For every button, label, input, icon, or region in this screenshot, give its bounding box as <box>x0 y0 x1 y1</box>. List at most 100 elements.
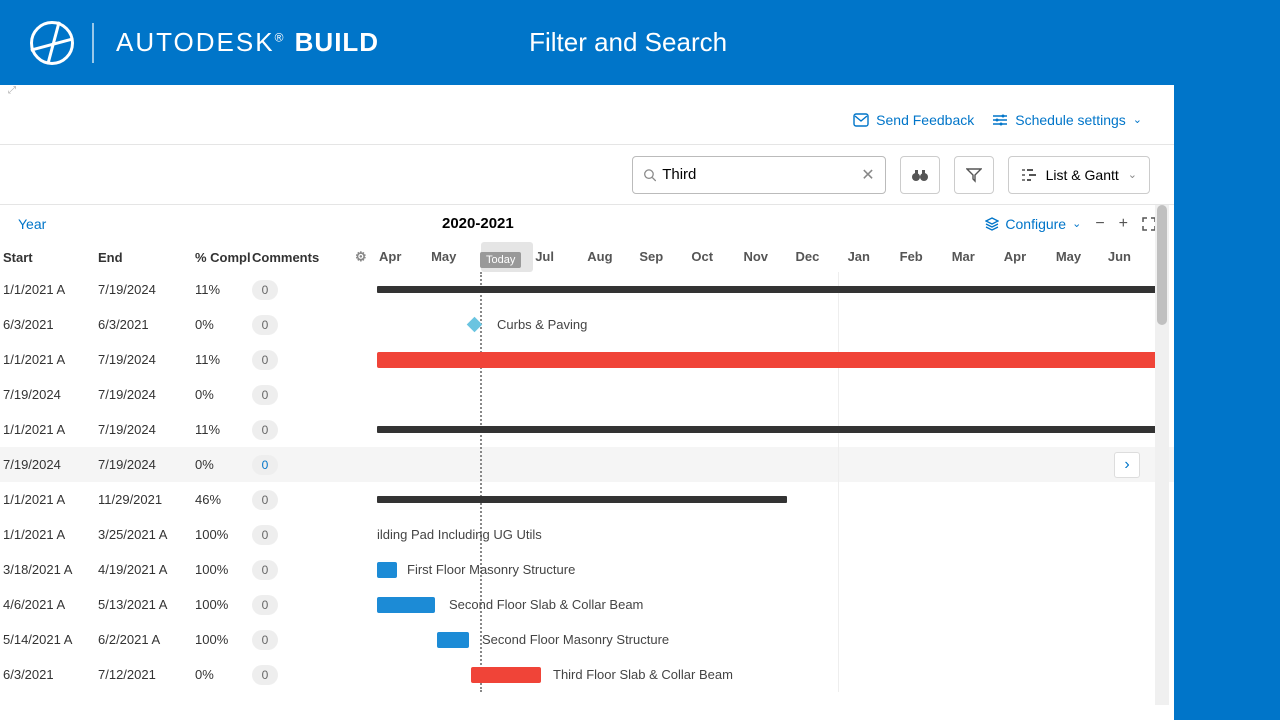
cell-comments: 0 <box>252 595 352 615</box>
header-divider <box>92 23 94 63</box>
cell-start: 1/1/2021 A <box>0 282 98 297</box>
chevron-down-icon: ⌄ <box>1072 217 1081 230</box>
cell-start: 4/6/2021 A <box>0 597 98 612</box>
cell-start: 6/3/2021 <box>0 317 98 332</box>
cell-compl: 11% <box>195 352 252 367</box>
date-range-label: 2020-2021 <box>442 215 514 232</box>
cell-end: 7/19/2024 <box>98 422 195 437</box>
cell-compl: 0% <box>195 317 252 332</box>
col-end-header[interactable]: End <box>98 250 195 265</box>
cell-start: 7/19/2024 <box>0 457 98 472</box>
month-header: May <box>1054 242 1106 272</box>
comment-count-pill[interactable]: 0 <box>252 595 278 615</box>
cell-compl: 11% <box>195 282 252 297</box>
cell-comments: 0 <box>252 665 352 685</box>
col-compl-header[interactable]: % Compl <box>195 250 252 265</box>
fullscreen-button[interactable] <box>1142 217 1156 231</box>
gantt-bar[interactable] <box>377 597 435 613</box>
scroll-right-button[interactable]: › <box>1114 452 1140 478</box>
list-gantt-icon <box>1021 168 1037 182</box>
comment-count-pill[interactable]: 0 <box>252 280 278 300</box>
month-header: Mar <box>950 242 1002 272</box>
gantt-bar[interactable] <box>377 286 1158 293</box>
month-header: Sep <box>637 242 689 272</box>
scrollbar-thumb[interactable] <box>1157 205 1167 325</box>
comment-count-pill[interactable]: 0 <box>252 630 278 650</box>
binoculars-button[interactable] <box>900 156 940 194</box>
right-blue-panel <box>1174 0 1280 720</box>
cell-start: 3/18/2021 A <box>0 562 98 577</box>
collapse-icon[interactable]: ⤢ <box>0 85 1174 95</box>
gantt-bar[interactable] <box>437 632 469 648</box>
cell-end: 6/3/2021 <box>98 317 195 332</box>
cell-comments: 0 <box>252 525 352 545</box>
send-feedback-button[interactable]: Send Feedback <box>853 112 974 128</box>
month-header: Apr <box>1002 242 1054 272</box>
schedule-settings-button[interactable]: Schedule settings ⌄ <box>992 112 1142 128</box>
cell-comments: 0 <box>252 630 352 650</box>
month-header: Aug <box>585 242 637 272</box>
comment-count-pill[interactable]: 0 <box>252 350 278 370</box>
cell-start: 1/1/2021 A <box>0 527 98 542</box>
comment-count-pill[interactable]: 0 <box>252 560 278 580</box>
cell-compl: 100% <box>195 562 252 577</box>
comment-count-pill[interactable]: 0 <box>252 455 278 475</box>
cell-compl: 0% <box>195 387 252 402</box>
cell-comments: 0 <box>252 315 352 335</box>
gantt-bar[interactable] <box>377 496 787 503</box>
search-input[interactable] <box>662 166 861 183</box>
chevron-down-icon: ⌄ <box>1128 168 1137 181</box>
gantt-bar[interactable] <box>377 562 397 578</box>
table-settings-icon[interactable]: ⚙ <box>355 249 367 265</box>
bar-label: Curbs & Paving <box>497 317 587 332</box>
brand-product: BUILD <box>295 27 379 57</box>
comment-count-pill[interactable]: 0 <box>252 525 278 545</box>
month-header: Dec <box>794 242 846 272</box>
cell-end: 7/19/2024 <box>98 352 195 367</box>
app-header: AUTODESK® BUILD Filter and Search <box>0 0 1174 85</box>
month-header: Jun <box>1106 242 1158 272</box>
comment-count-pill[interactable]: 0 <box>252 315 278 335</box>
mail-icon <box>853 113 869 127</box>
cell-comments: 0 <box>252 420 352 440</box>
cell-comments: 0 <box>252 455 352 475</box>
clear-search-icon[interactable]: ✕ <box>861 165 874 185</box>
month-header: Feb <box>898 242 950 272</box>
col-start-header[interactable]: Start <box>0 250 98 265</box>
cell-end: 5/13/2021 A <box>98 597 195 612</box>
configure-button[interactable]: Configure ⌄ <box>985 216 1081 232</box>
year-scale-label[interactable]: Year <box>18 216 46 232</box>
zoom-out-button[interactable]: − <box>1095 215 1104 233</box>
gantt-bar[interactable] <box>377 426 1158 433</box>
settings-bars-icon <box>992 113 1008 127</box>
cell-compl: 46% <box>195 492 252 507</box>
cell-start: 6/3/2021 <box>0 667 98 682</box>
month-header: Jan <box>846 242 898 272</box>
gantt-bar-critical[interactable] <box>471 667 541 683</box>
cell-comments: 0 <box>252 490 352 510</box>
bar-label: Second Floor Masonry Structure <box>482 632 669 647</box>
cell-compl: 100% <box>195 632 252 647</box>
comment-count-pill[interactable]: 0 <box>252 420 278 440</box>
logo-icon <box>30 21 74 65</box>
table-rows: 1/1/2021 A7/19/202411%06/3/20216/3/20210… <box>0 272 1174 692</box>
today-line <box>480 272 482 692</box>
cell-compl: 100% <box>195 527 252 542</box>
view-mode-select[interactable]: List & Gantt ⌄ <box>1008 156 1150 194</box>
comment-count-pill[interactable]: 0 <box>252 490 278 510</box>
cell-end: 7/19/2024 <box>98 387 195 402</box>
filter-button[interactable] <box>954 156 994 194</box>
comment-count-pill[interactable]: 0 <box>252 665 278 685</box>
cell-end: 7/12/2021 <box>98 667 195 682</box>
month-header: Jul <box>533 242 585 272</box>
vertical-scrollbar[interactable] <box>1155 205 1169 705</box>
timeline-toolbar: Year 2020-2021 Configure ⌄ − + <box>0 205 1174 242</box>
brand-name: AUTODESK <box>116 27 275 57</box>
cell-end: 7/19/2024 <box>98 282 195 297</box>
gantt-bar-critical[interactable] <box>377 352 1158 368</box>
cell-comments: 0 <box>252 385 352 405</box>
configure-label: Configure <box>1005 216 1066 232</box>
comment-count-pill[interactable]: 0 <box>252 385 278 405</box>
col-comments-header[interactable]: Comments <box>252 250 352 265</box>
zoom-in-button[interactable]: + <box>1119 215 1128 233</box>
